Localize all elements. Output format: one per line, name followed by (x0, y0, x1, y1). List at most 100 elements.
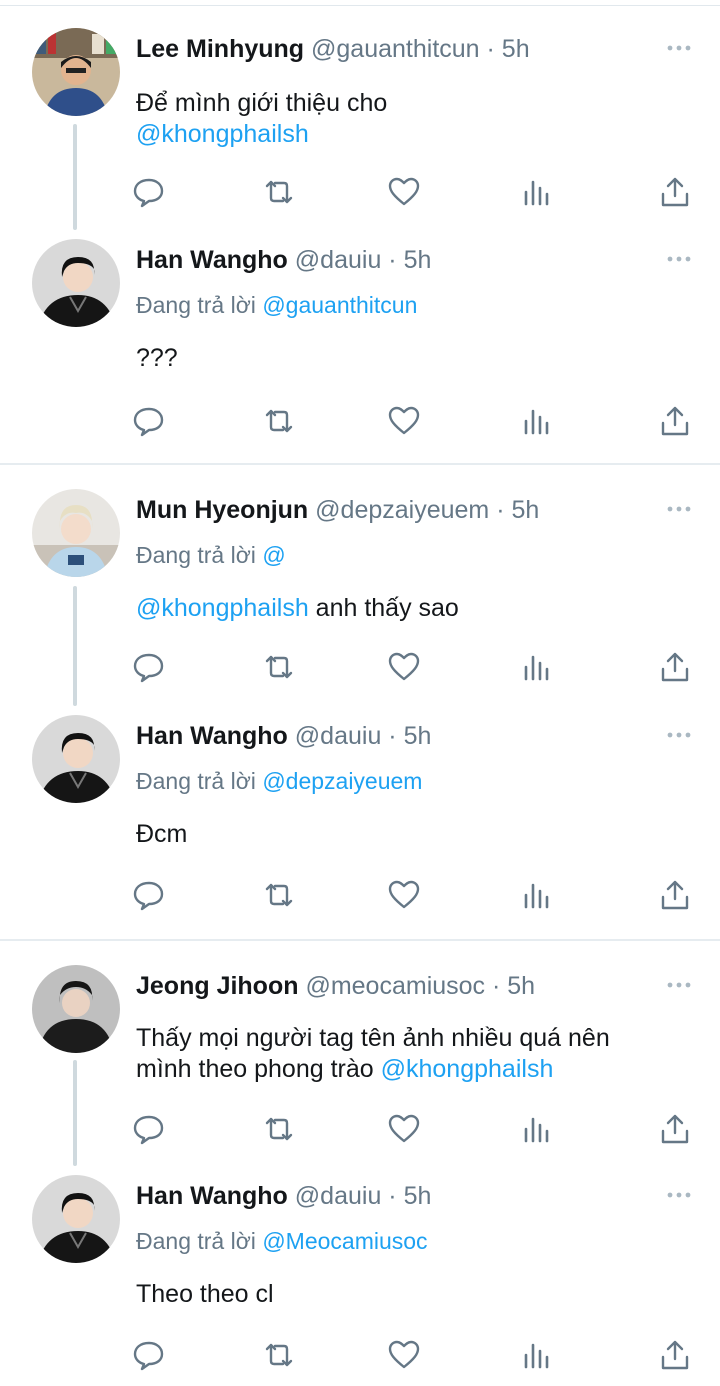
tweet-header: Han Wangho @dauiu · 5h (136, 1179, 431, 1213)
user-handle[interactable]: @gauanthitcun (311, 35, 480, 63)
replying-prefix: Đang trả lời (136, 1228, 263, 1254)
tweet-text-line: Để mình giới thiệu cho (136, 89, 388, 117)
retweet-icon[interactable] (261, 403, 297, 439)
tweet[interactable]: Han Wangho @dauiu · 5h Đang trả lời @Meo… (0, 1147, 720, 1377)
tweet-actions (0, 1111, 720, 1151)
retweet-icon[interactable] (261, 649, 297, 685)
tweet[interactable]: Jeong Jihoon @meocamiusoc · 5h Thấy mọi … (0, 937, 720, 1167)
timestamp[interactable]: 5h (507, 972, 535, 1000)
retweet-icon[interactable] (261, 174, 297, 210)
user-handle[interactable]: @meocamiusoc (305, 972, 485, 1000)
display-name[interactable]: Mun Hyeonjun (136, 496, 308, 524)
user-handle[interactable]: @dauiu (295, 722, 382, 750)
display-name[interactable]: Jeong Jihoon (136, 972, 299, 1000)
user-handle[interactable]: @dauiu (295, 246, 382, 274)
share-icon[interactable] (657, 174, 693, 210)
replying-prefix: Đang trả lời (136, 768, 263, 794)
reply-icon[interactable] (131, 649, 167, 685)
timestamp[interactable]: 5h (511, 496, 539, 524)
tweet-header: Jeong Jihoon @meocamiusoc · 5h (136, 969, 535, 1003)
replying-prefix: Đang trả lời (136, 292, 263, 318)
reply-icon[interactable] (131, 1337, 167, 1373)
timestamp[interactable]: 5h (502, 35, 530, 63)
heart-icon[interactable] (386, 649, 422, 685)
tweet-text-line: Thấy mọi người tag tên ảnh nhiều quá nên (136, 1024, 610, 1052)
mention-link[interactable]: @gauanthitcun (262, 292, 417, 318)
meta-separator: · (381, 722, 404, 750)
avatar[interactable] (32, 1175, 120, 1263)
heart-icon[interactable] (386, 1337, 422, 1373)
avatar[interactable] (32, 239, 120, 327)
mention-link[interactable]: @khongphailsh (136, 120, 309, 148)
tweet[interactable]: Lee Minhyung @gauanthitcun · 5h Để mình … (0, 0, 720, 230)
tweet[interactable]: Han Wangho @dauiu · 5h Đang trả lời @dep… (0, 687, 720, 917)
more-icon[interactable] (666, 249, 692, 269)
timestamp[interactable]: 5h (404, 246, 432, 274)
mention-link[interactable]: @khongphailsh (381, 1055, 554, 1083)
mention-link[interactable]: @khongphailsh (136, 594, 309, 622)
tweet-text: Để mình giới thiệu cho @khongphailsh (136, 88, 387, 150)
analytics-icon[interactable] (518, 649, 554, 685)
reply-icon[interactable] (131, 1111, 167, 1147)
tweet-actions (0, 403, 720, 443)
more-icon[interactable] (666, 1185, 692, 1205)
tweet-actions (0, 649, 720, 689)
share-icon[interactable] (657, 1111, 693, 1147)
analytics-icon[interactable] (518, 1337, 554, 1373)
analytics-icon[interactable] (518, 877, 554, 913)
tweet-text: @khongphailsh anh thấy sao (136, 593, 459, 624)
reply-icon[interactable] (131, 403, 167, 439)
replying-to: Đang trả lời @gauanthitcun (136, 289, 417, 321)
tweet-text-line: Theo theo cl (136, 1280, 274, 1308)
mention-link[interactable]: @ (262, 542, 285, 568)
avatar[interactable] (32, 489, 120, 577)
more-icon[interactable] (666, 975, 692, 995)
display-name[interactable]: Lee Minhyung (136, 35, 304, 63)
meta-separator: · (381, 1182, 404, 1210)
heart-icon[interactable] (386, 1111, 422, 1147)
reply-icon[interactable] (131, 174, 167, 210)
analytics-icon[interactable] (518, 403, 554, 439)
reply-icon[interactable] (131, 877, 167, 913)
retweet-icon[interactable] (261, 1337, 297, 1373)
share-icon[interactable] (657, 877, 693, 913)
share-icon[interactable] (657, 403, 693, 439)
retweet-icon[interactable] (261, 877, 297, 913)
tweet-header: Mun Hyeonjun @depzaiyeuem · 5h (136, 493, 539, 527)
tweet-text: Theo theo cl (136, 1279, 274, 1310)
replying-to: Đang trả lời @ (136, 539, 286, 571)
more-icon[interactable] (666, 725, 692, 745)
mention-link[interactable]: @depzaiyeuem (262, 768, 422, 794)
tweet-text-line: mình theo phong trào (136, 1055, 381, 1083)
avatar[interactable] (32, 965, 120, 1053)
display-name[interactable]: Han Wangho (136, 1182, 288, 1210)
avatar[interactable] (32, 28, 120, 116)
tweet[interactable]: Han Wangho @dauiu · 5h Đang trả lời @gau… (0, 211, 720, 441)
heart-icon[interactable] (386, 403, 422, 439)
tweet[interactable]: Mun Hyeonjun @depzaiyeuem · 5h Đang trả … (0, 461, 720, 691)
analytics-icon[interactable] (518, 174, 554, 210)
more-icon[interactable] (666, 38, 692, 58)
tweet-text-line: Đcm (136, 820, 188, 848)
tweet-actions (0, 877, 720, 917)
share-icon[interactable] (657, 1337, 693, 1373)
timestamp[interactable]: 5h (404, 722, 432, 750)
mention-link[interactable]: @Meocamiusoc (262, 1228, 427, 1254)
share-icon[interactable] (657, 649, 693, 685)
analytics-icon[interactable] (518, 1111, 554, 1147)
retweet-icon[interactable] (261, 1111, 297, 1147)
tweet-header: Han Wangho @dauiu · 5h (136, 243, 431, 277)
timestamp[interactable]: 5h (404, 1182, 432, 1210)
tweet-text: Đcm (136, 819, 187, 850)
heart-icon[interactable] (386, 877, 422, 913)
heart-icon[interactable] (386, 174, 422, 210)
display-name[interactable]: Han Wangho (136, 246, 288, 274)
replying-to: Đang trả lời @depzaiyeuem (136, 765, 422, 797)
tweet-header: Han Wangho @dauiu · 5h (136, 719, 431, 753)
user-handle[interactable]: @dauiu (295, 1182, 382, 1210)
user-handle[interactable]: @depzaiyeuem (315, 496, 489, 524)
tweet-text: Thấy mọi người tag tên ảnh nhiều quá nên… (136, 1023, 610, 1085)
avatar[interactable] (32, 715, 120, 803)
more-icon[interactable] (666, 499, 692, 519)
display-name[interactable]: Han Wangho (136, 722, 288, 750)
